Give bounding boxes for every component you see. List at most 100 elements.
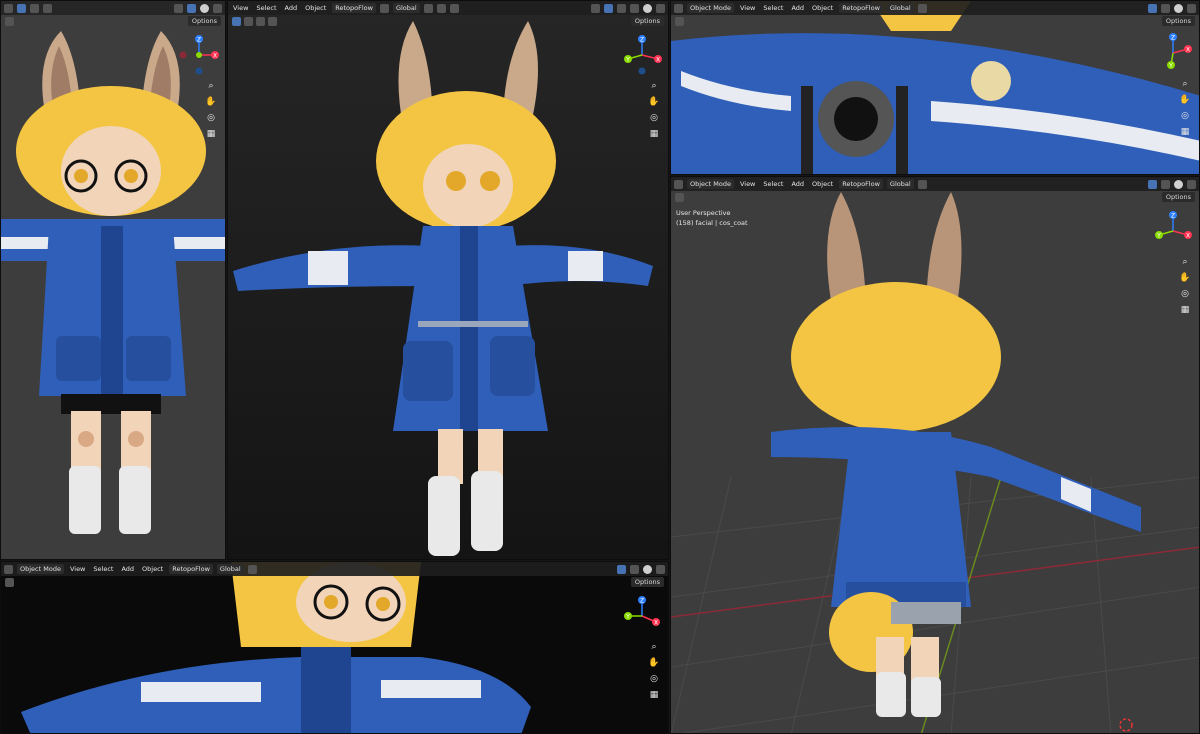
editor-type-icon[interactable] (4, 564, 13, 574)
pivot-icon[interactable] (423, 3, 433, 13)
snap-icon[interactable] (917, 179, 927, 189)
menu-view[interactable]: View (738, 180, 757, 188)
grid-icon[interactable]: ▦ (1179, 127, 1191, 137)
viewport-front[interactable]: Options Z X ⌕ ✋ ◎ ▦ (0, 0, 226, 560)
camera-icon[interactable]: ◎ (1179, 289, 1191, 299)
camera-icon[interactable]: ◎ (1179, 111, 1191, 121)
camera-icon[interactable]: ◎ (205, 113, 217, 123)
retopoflow-dropdown[interactable]: RetopoFlow (332, 3, 376, 13)
viewport-bottom[interactable]: Object Mode View Select Add Object Retop… (0, 561, 669, 734)
zoom-icon[interactable]: ⌕ (1179, 79, 1191, 89)
zoom-icon[interactable]: ⌕ (648, 642, 660, 652)
tool-cursor-icon[interactable] (675, 193, 684, 202)
menu-view[interactable]: View (68, 565, 87, 573)
transform-orientation-dropdown[interactable]: Global (886, 3, 914, 13)
overlay-icon[interactable] (1161, 179, 1170, 189)
select-subtract-icon[interactable] (256, 17, 265, 26)
options-button[interactable]: Options (630, 16, 664, 26)
hand-icon[interactable]: ✋ (205, 97, 217, 107)
mode-dropdown[interactable]: Object Mode (17, 564, 64, 574)
mode-dropdown[interactable]: Object Mode (687, 179, 734, 189)
overlay-icon[interactable] (1161, 3, 1170, 13)
menu-add[interactable]: Add (119, 565, 136, 573)
overlay-icon[interactable] (630, 564, 639, 574)
menu-object[interactable]: Object (140, 565, 165, 573)
shading-material-icon[interactable] (1187, 3, 1196, 13)
menu-select[interactable]: Select (91, 565, 115, 573)
zoom-icon[interactable]: ⌕ (1179, 257, 1191, 267)
hand-icon[interactable]: ✋ (1179, 273, 1191, 283)
menu-select[interactable]: Select (254, 4, 278, 12)
navigation-gizmo[interactable]: Z X Y (1151, 209, 1195, 253)
shading-material-icon[interactable] (656, 3, 665, 13)
visibility-icon[interactable] (174, 3, 183, 13)
options-button[interactable]: Options (1161, 16, 1195, 26)
navigation-gizmo[interactable]: Z X Y (620, 594, 664, 638)
snap-icon[interactable] (917, 3, 927, 13)
visibility-icon[interactable] (591, 3, 600, 13)
select-extend-icon[interactable] (244, 17, 253, 26)
viewport-render[interactable]: View Select Add Object RetopoFlow Global… (227, 0, 669, 560)
xray-icon[interactable] (630, 3, 639, 13)
shading-material-icon[interactable] (656, 564, 665, 574)
gizmo-toggle-icon[interactable] (187, 3, 196, 13)
gizmo-toggle-icon[interactable] (1148, 3, 1157, 13)
editor-type-icon[interactable] (4, 3, 13, 13)
tool-cursor-icon[interactable] (5, 17, 14, 26)
camera-icon[interactable]: ◎ (648, 113, 660, 123)
grid-icon[interactable]: ▦ (1179, 305, 1191, 315)
retopoflow-dropdown[interactable]: RetopoFlow (169, 564, 213, 574)
snap-icon[interactable] (247, 564, 257, 574)
viewport-perspective[interactable]: Object Mode View Select Add Object Retop… (670, 176, 1200, 734)
grid-icon[interactable]: ▦ (205, 129, 217, 139)
menu-add[interactable]: Add (789, 180, 806, 188)
menu-view[interactable]: View (231, 4, 250, 12)
navigation-gizmo[interactable]: Z X Y (620, 33, 664, 77)
select-extend-icon[interactable] (30, 3, 39, 13)
shading-solid-icon[interactable] (200, 3, 209, 13)
select-subtract-icon[interactable] (43, 3, 52, 13)
editor-type-icon[interactable] (674, 179, 683, 189)
tool-cursor-icon[interactable] (5, 578, 14, 587)
shading-material-icon[interactable] (213, 3, 222, 13)
tool-cursor-icon[interactable] (675, 17, 684, 26)
grid-icon[interactable]: ▦ (648, 129, 660, 139)
transform-orientation-dropdown[interactable]: Global (392, 3, 420, 13)
retopoflow-dropdown[interactable]: RetopoFlow (839, 179, 883, 189)
shading-solid-icon[interactable] (1174, 3, 1183, 13)
menu-object[interactable]: Object (303, 4, 328, 12)
transform-orientation-dropdown[interactable]: Global (216, 564, 244, 574)
menu-object[interactable]: Object (810, 180, 835, 188)
options-button[interactable]: Options (1161, 192, 1195, 202)
menu-select[interactable]: Select (761, 180, 785, 188)
gizmo-toggle-icon[interactable] (604, 3, 613, 13)
editor-type-icon[interactable] (674, 3, 683, 13)
menu-add[interactable]: Add (789, 4, 806, 12)
menu-add[interactable]: Add (283, 4, 300, 12)
retopoflow-dropdown[interactable]: RetopoFlow (839, 3, 883, 13)
viewport-closeup[interactable]: Object Mode View Select Add Object Retop… (670, 0, 1200, 175)
gizmo-toggle-icon[interactable] (617, 564, 626, 574)
menu-object[interactable]: Object (810, 4, 835, 12)
menu-select[interactable]: Select (761, 4, 785, 12)
snap-icon[interactable] (436, 3, 446, 13)
options-button[interactable]: Options (630, 577, 664, 587)
zoom-icon[interactable]: ⌕ (205, 81, 217, 91)
shading-solid-icon[interactable] (643, 3, 652, 13)
hand-icon[interactable]: ✋ (1179, 95, 1191, 105)
link-icon[interactable] (379, 3, 389, 13)
gizmo-toggle-icon[interactable] (1148, 179, 1157, 189)
select-intersect-icon[interactable] (268, 17, 277, 26)
navigation-gizmo[interactable]: Z X (177, 33, 221, 77)
transform-orientation-dropdown[interactable]: Global (886, 179, 914, 189)
select-box-icon[interactable] (232, 17, 241, 26)
shading-solid-icon[interactable] (643, 564, 652, 574)
overlay-icon[interactable] (617, 3, 626, 13)
hand-icon[interactable]: ✋ (648, 97, 660, 107)
hand-icon[interactable]: ✋ (648, 658, 660, 668)
shading-solid-icon[interactable] (1174, 179, 1183, 189)
options-button[interactable]: Options (187, 16, 221, 26)
proportional-icon[interactable] (449, 3, 459, 13)
select-box-icon[interactable] (17, 3, 26, 13)
grid-icon[interactable]: ▦ (648, 690, 660, 700)
